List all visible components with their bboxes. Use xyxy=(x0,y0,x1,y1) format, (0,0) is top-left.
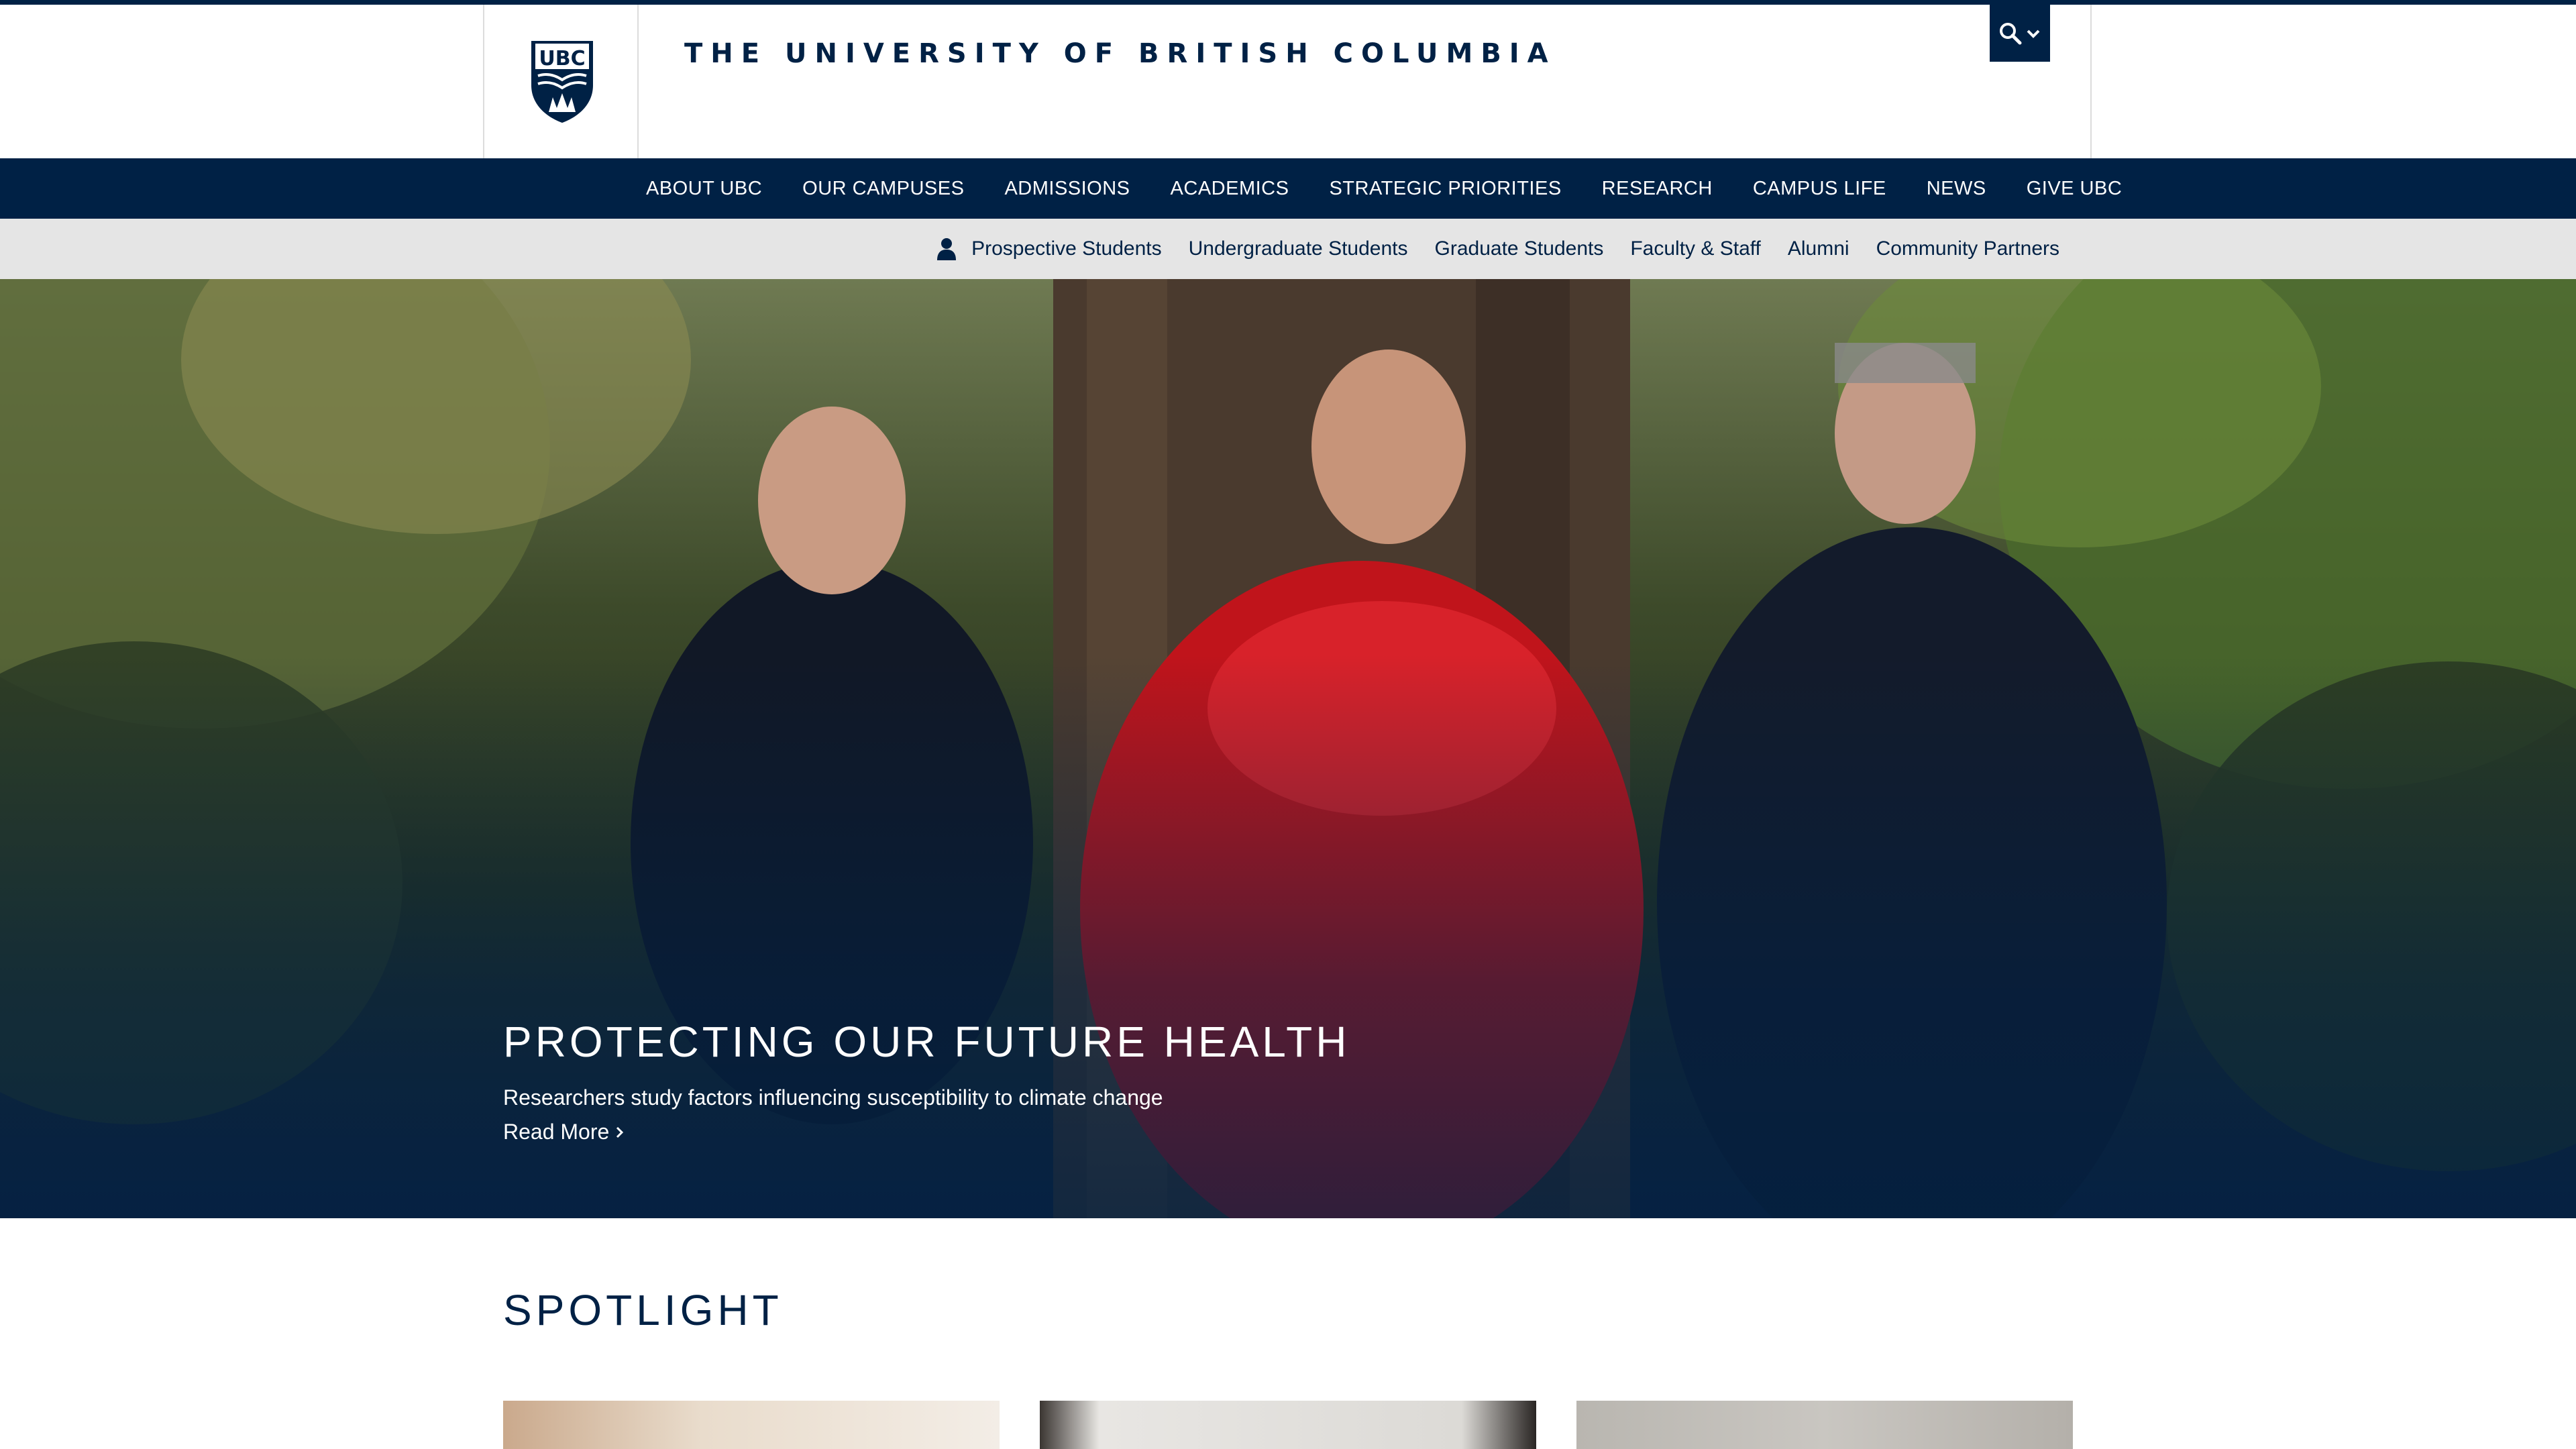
top-accent-line xyxy=(0,0,2576,5)
header-divider xyxy=(2090,5,2092,158)
crest-icon: UBC xyxy=(531,41,593,123)
audience-link-alumni[interactable]: Alumni xyxy=(1788,237,1849,260)
spotlight-card-image[interactable] xyxy=(1576,1401,2073,1449)
audience-link-community-partners[interactable]: Community Partners xyxy=(1876,237,2059,260)
spotlight-title: SPOTLIGHT xyxy=(503,1286,783,1334)
crest-text: UBC xyxy=(539,47,585,70)
audience-link-prospective-students[interactable]: Prospective Students xyxy=(971,237,1162,260)
read-more-link[interactable]: Read More xyxy=(503,1120,625,1144)
spotlight-section: SPOTLIGHT xyxy=(0,1218,2576,1449)
chevron-right-icon xyxy=(616,1126,624,1138)
nav-item-strategic-priorities[interactable]: STRATEGIC PRIORITIES xyxy=(1329,178,1561,200)
university-wordmark[interactable]: THE UNIVERSITY OF BRITISH COLUMBIA xyxy=(684,38,1556,69)
spotlight-cards xyxy=(503,1401,2073,1449)
nav-item-admissions[interactable]: ADMISSIONS xyxy=(1004,178,1130,200)
hero-banner: PROTECTING OUR FUTURE HEALTH Researchers… xyxy=(0,279,2576,1218)
nav-item-campus-life[interactable]: CAMPUS LIFE xyxy=(1753,178,1886,200)
search-button[interactable] xyxy=(1990,5,2050,62)
nav-item-academics[interactable]: ACADEMICS xyxy=(1171,178,1289,200)
hero-caption: PROTECTING OUR FUTURE HEALTH Researchers… xyxy=(503,1017,1576,1144)
spotlight-card-image[interactable] xyxy=(503,1401,1000,1449)
audience-link-undergraduate-students[interactable]: Undergraduate Students xyxy=(1189,237,1408,260)
nav-item-about-ubc[interactable]: ABOUT UBC xyxy=(646,178,762,200)
nav-item-our-campuses[interactable]: OUR CAMPUSES xyxy=(802,178,964,200)
audience-link-faculty-staff[interactable]: Faculty & Staff xyxy=(1630,237,1761,260)
nav-item-give-ubc[interactable]: GIVE UBC xyxy=(2027,178,2123,200)
audience-link-graduate-students[interactable]: Graduate Students xyxy=(1435,237,1604,260)
hero-subtitle: Researchers study factors influencing su… xyxy=(503,1085,1163,1110)
main-navigation: ABOUT UBC OUR CAMPUSES ADMISSIONS ACADEM… xyxy=(0,158,2576,219)
site-header: UBC THE UNIVERSITY OF BRITISH COLUMBIA xyxy=(0,5,2576,158)
search-icon xyxy=(2000,22,2022,44)
nav-item-research[interactable]: RESEARCH xyxy=(1602,178,1713,200)
nav-item-news[interactable]: NEWS xyxy=(1927,178,1986,200)
read-more-label: Read More xyxy=(503,1120,610,1144)
user-icon xyxy=(936,237,957,260)
ubc-crest-logo[interactable]: UBC xyxy=(483,5,639,158)
hero-title: PROTECTING OUR FUTURE HEALTH xyxy=(503,1018,1350,1066)
audience-navigation: Prospective Students Undergraduate Stude… xyxy=(0,219,2576,279)
chevron-down-icon xyxy=(2027,30,2040,38)
spotlight-card-image[interactable] xyxy=(1040,1401,1536,1449)
